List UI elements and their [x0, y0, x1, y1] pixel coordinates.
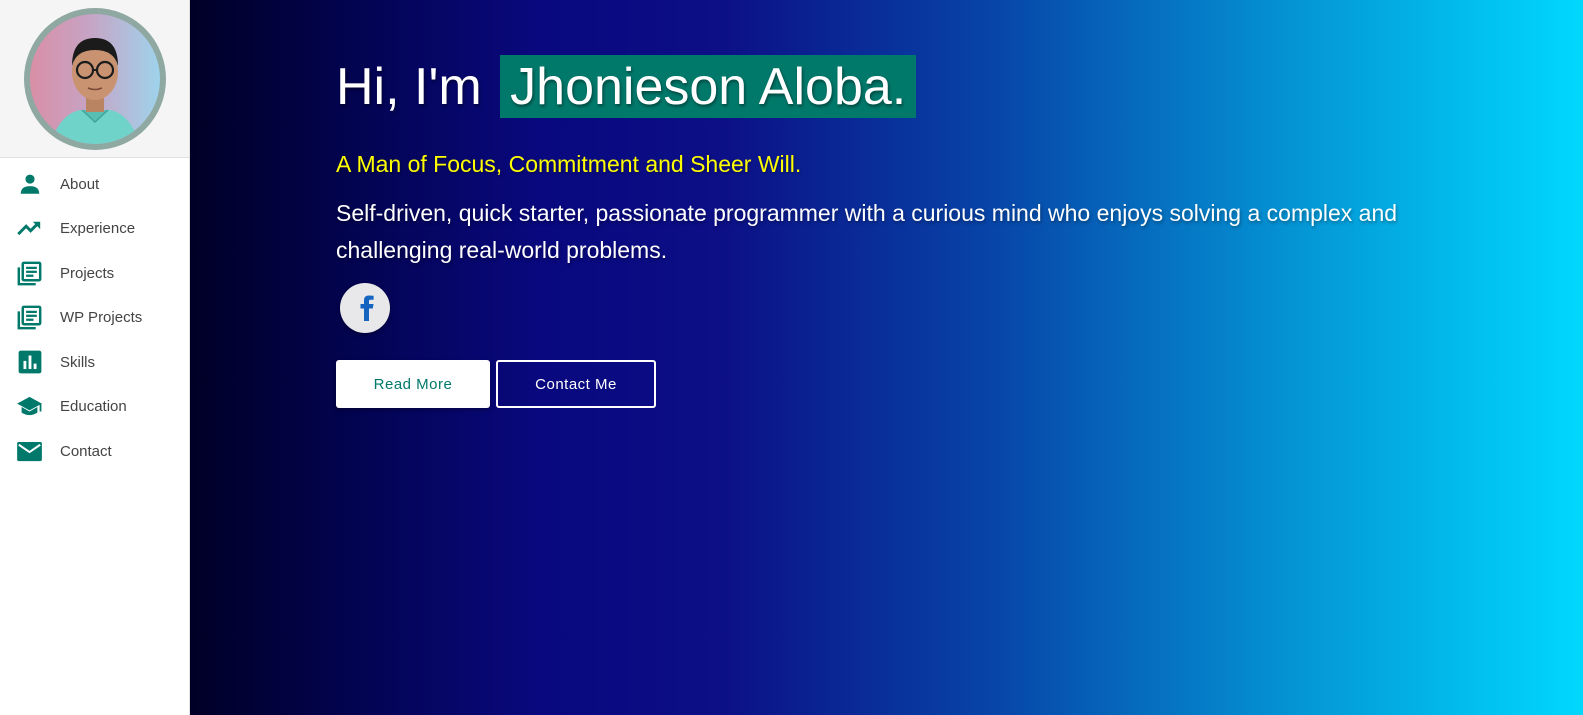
trending-up-icon — [16, 215, 43, 242]
sidebar-item-label: Contact — [60, 442, 112, 460]
bio-text: Self-driven, quick starter, passionate p… — [336, 200, 1398, 263]
name-highlight: Jhonieson Aloba. — [500, 55, 917, 118]
contact-me-button[interactable]: Contact Me — [496, 360, 656, 408]
person-icon — [16, 171, 43, 198]
library-books-icon — [16, 260, 43, 287]
sidebar-item-label: Skills — [60, 353, 96, 371]
sidebar-item-projects[interactable]: Projects — [0, 251, 189, 296]
action-buttons: Read More Contact Me — [336, 360, 1436, 408]
avatar[interactable] — [23, 7, 166, 150]
avatar-container — [0, 0, 189, 158]
sidebar-item-skills[interactable]: Skills — [0, 340, 189, 385]
mail-icon — [16, 438, 43, 465]
sidebar-item-label: WP Projects — [60, 309, 143, 327]
greeting-text: Hi, I'm — [336, 58, 482, 116]
hero-content: Hi, I'm Jhonieson Aloba. A Man of Focus,… — [336, 55, 1436, 408]
sidebar-item-experience[interactable]: Experience — [0, 207, 189, 252]
sidebar-item-label: Experience — [60, 220, 136, 238]
facebook-icon — [353, 290, 377, 327]
sidebar-item-label: Education — [60, 398, 127, 416]
bar-chart-icon — [16, 349, 43, 376]
tagline: A Man of Focus, Commitment and Sheer Wil… — [336, 151, 802, 177]
school-icon — [16, 393, 43, 420]
facebook-link[interactable] — [340, 283, 390, 333]
sidebar-item-about[interactable]: About — [0, 162, 189, 207]
sidebar: About Experience Projects WP Projects Sk… — [0, 0, 190, 715]
sidebar-item-wp-projects[interactable]: WP Projects — [0, 296, 189, 341]
headline: Hi, I'm Jhonieson Aloba. — [336, 55, 1436, 119]
sidebar-item-contact[interactable]: Contact — [0, 429, 189, 474]
social-links — [336, 283, 1436, 339]
sidebar-item-label: About — [60, 175, 100, 193]
library-books-icon — [16, 304, 43, 331]
read-more-button[interactable]: Read More — [336, 360, 490, 408]
sidebar-item-label: Projects — [60, 264, 115, 282]
sidebar-nav: About Experience Projects WP Projects Sk… — [0, 158, 189, 474]
hero-section: Hi, I'm Jhonieson Aloba. A Man of Focus,… — [190, 0, 1583, 715]
sidebar-item-education[interactable]: Education — [0, 385, 189, 430]
